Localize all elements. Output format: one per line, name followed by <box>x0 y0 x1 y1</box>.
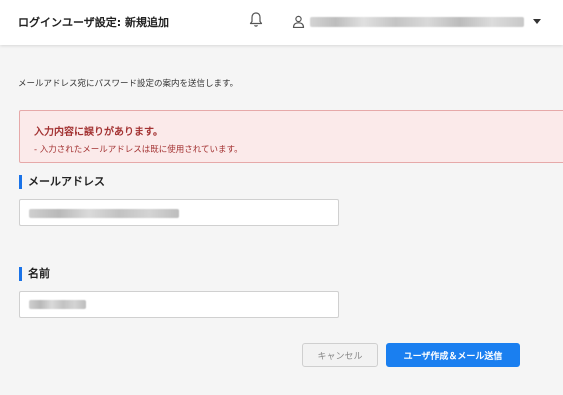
error-item: - 入力されたメールアドレスは既に使用されています。 <box>34 145 243 155</box>
email-label: メールアドレス <box>19 175 105 189</box>
error-alert: 入力内容に誤りがあります。 - 入力されたメールアドレスは既に使用されています。 <box>19 110 563 163</box>
name-field[interactable] <box>19 291 339 318</box>
user-icon[interactable] <box>292 15 305 28</box>
email-field[interactable] <box>19 199 339 226</box>
page-title: ログインユーザ設定: 新規追加 <box>18 16 170 29</box>
app-header: ログインユーザ設定: 新規追加 <box>0 0 563 45</box>
name-label: 名前 <box>19 267 50 281</box>
error-title: 入力内容に誤りがあります。 <box>34 127 163 138</box>
bell-icon[interactable] <box>249 11 263 29</box>
create-user-send-email-button[interactable]: ユーザ作成＆メール送信 <box>386 343 520 367</box>
cancel-button[interactable]: キャンセル <box>302 343 378 367</box>
caret-down-icon[interactable] <box>533 19 541 24</box>
page-description: メールアドレス宛にパスワード設定の案内を送信します。 <box>18 79 239 89</box>
user-email[interactable] <box>310 17 524 27</box>
